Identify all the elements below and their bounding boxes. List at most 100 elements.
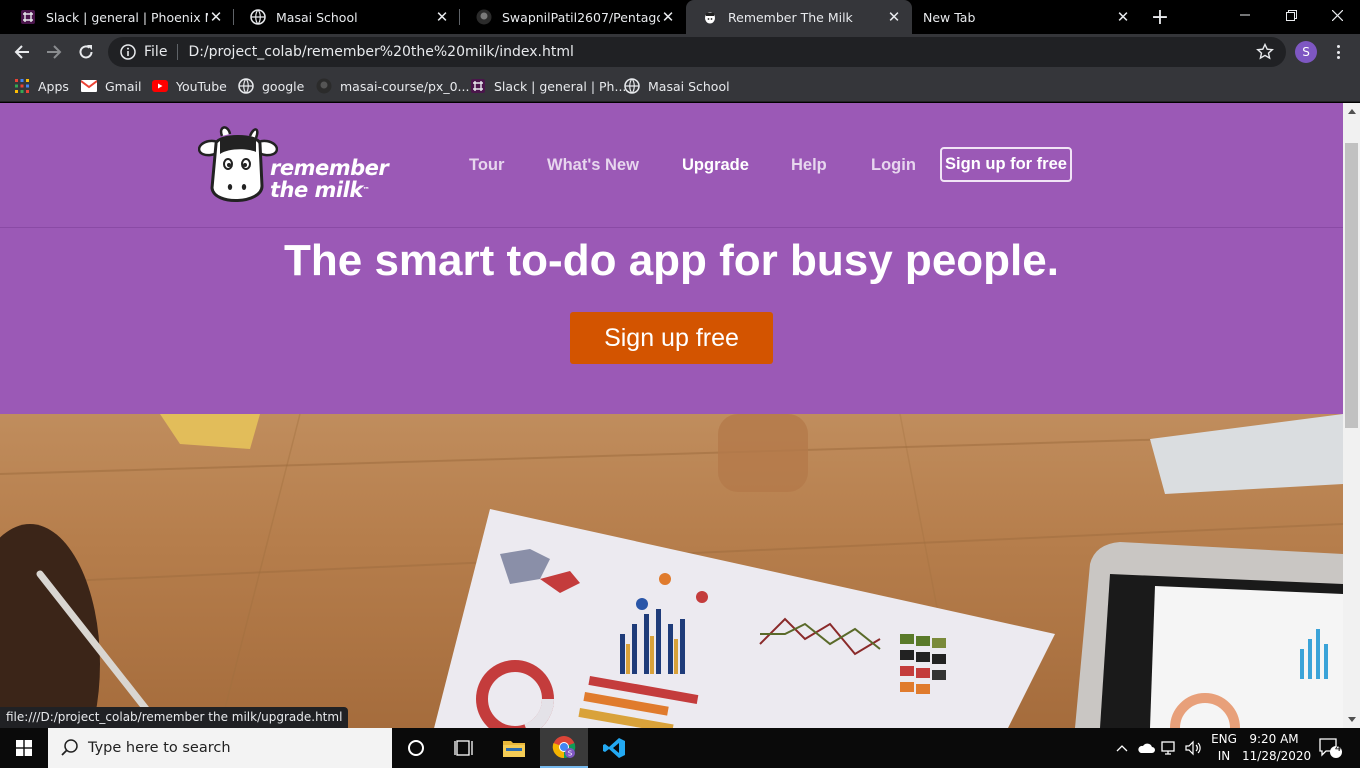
tab-remember-the-milk[interactable]: Remember The Milk ✕ (686, 0, 912, 34)
new-tab-plus-icon[interactable]: + (1148, 5, 1172, 30)
back-arrow-icon[interactable] (8, 38, 36, 66)
window-close-icon[interactable] (1314, 0, 1360, 30)
bookmark-youtube[interactable]: YouTube (152, 76, 227, 96)
notifications-icon[interactable]: 4 (1310, 728, 1350, 768)
globe-icon (238, 78, 254, 94)
nav-whats-new[interactable]: What's New (547, 147, 639, 183)
windows-start-icon[interactable] (0, 728, 48, 768)
chrome-taskbar-icon[interactable]: S (540, 728, 588, 768)
bookmark-label: Apps (38, 78, 69, 94)
bookmark-label: Gmail (105, 78, 142, 94)
globe-icon (624, 78, 640, 94)
language-indicator[interactable]: ENG IN (1208, 731, 1240, 765)
network-icon[interactable] (1158, 728, 1182, 768)
taskbar-search-box[interactable]: Type here to search (48, 728, 392, 768)
close-icon[interactable]: ✕ (660, 8, 676, 26)
nav-upgrade[interactable]: Upgrade (682, 147, 749, 183)
hero-photo (0, 414, 1343, 728)
bookmark-masai-course[interactable]: masai-course/px_0... (316, 76, 469, 96)
info-icon[interactable] (120, 44, 136, 60)
scroll-down-arrow-icon[interactable] (1343, 711, 1360, 728)
bookmark-google[interactable]: google (238, 76, 304, 96)
tray-chevron-up-icon[interactable] (1110, 728, 1134, 768)
logo-line2: the milk (270, 178, 363, 202)
address-bar[interactable]: File D:/project_colab/remember%20the%20m… (108, 37, 1286, 67)
gmail-icon (81, 78, 97, 94)
restore-icon[interactable] (1268, 0, 1314, 30)
vscode-icon[interactable] (590, 728, 638, 768)
close-icon[interactable]: ✕ (434, 8, 450, 26)
omnibox-divider (177, 44, 179, 60)
tab-strip: Slack | general | Phoenix Masai ✕ Masai … (0, 0, 1360, 34)
nav-help[interactable]: Help (791, 147, 827, 183)
nav-login[interactable]: Login (871, 147, 916, 183)
bookmark-slack[interactable]: Slack | general | Ph... (470, 76, 626, 96)
hero-section: remember the milk™ Tour What's New Upgra… (0, 103, 1343, 414)
close-icon[interactable]: ✕ (1115, 8, 1131, 26)
bookmark-masai-school[interactable]: Masai School (624, 76, 730, 96)
bookmarks-bar: Apps Gmail YouTube google masai-course/p… (0, 70, 1360, 102)
scroll-up-arrow-icon[interactable] (1343, 103, 1360, 120)
clock[interactable]: 9:20 AM 11/28/2020 (1242, 731, 1312, 765)
status-url-bubble: file:///D:/project_colab/remember the mi… (0, 707, 349, 728)
forward-arrow-icon[interactable] (40, 38, 68, 66)
close-icon[interactable]: ✕ (208, 8, 224, 26)
tab-title: Remember The Milk (728, 9, 853, 25)
nav-tour[interactable]: Tour (469, 147, 504, 183)
reload-icon[interactable] (72, 38, 100, 66)
signup-for-free-button[interactable]: Sign up for free (940, 147, 1072, 182)
windows-taskbar: Type here to search S ENG IN 9:20 AM 11/… (0, 728, 1360, 768)
notifications-count: 4 (1334, 743, 1342, 754)
svg-text:S: S (568, 750, 573, 758)
tab-title: Masai School (276, 9, 358, 25)
task-view-icon[interactable] (440, 728, 488, 768)
signup-free-button[interactable]: Sign up free (570, 312, 773, 364)
cortana-icon[interactable] (392, 728, 440, 768)
clock-time: 9:20 AM (1249, 732, 1299, 746)
tab-github-pentagon[interactable]: SwapnilPatil2607/Pentagon ✕ (460, 0, 686, 34)
bookmark-label: google (262, 78, 305, 94)
language-line2: IN (1217, 749, 1231, 763)
logo-trademark: ™ (362, 186, 370, 194)
search-placeholder: Type here to search (88, 740, 231, 756)
bookmark-label: YouTube (176, 78, 227, 94)
hero-headline: The smart to-do app for busy people. (284, 236, 1059, 285)
tab-new-tab[interactable]: New Tab ✕ (907, 0, 1141, 34)
scroll-thumb[interactable] (1345, 143, 1358, 428)
file-explorer-icon[interactable] (490, 728, 538, 768)
onedrive-cloud-icon[interactable] (1134, 728, 1158, 768)
site-logo[interactable]: remember the milk™ (198, 124, 389, 210)
site-header: remember the milk™ Tour What's New Upgra… (0, 103, 1343, 228)
language-line1: ENG (1211, 732, 1237, 746)
url-scheme-label: File (144, 44, 168, 60)
browser-toolbar: File D:/project_colab/remember%20the%20m… (0, 34, 1360, 70)
tab-slack[interactable]: Slack | general | Phoenix Masai ✕ (4, 0, 234, 34)
globe-icon (250, 9, 266, 25)
tab-title: SwapnilPatil2607/Pentagon (502, 9, 660, 25)
tab-title: New Tab (923, 9, 976, 25)
url-text[interactable]: D:/project_colab/remember%20the%20milk/i… (188, 44, 1256, 60)
slack-icon (20, 9, 36, 25)
bookmark-label: masai-course/px_0... (340, 78, 470, 94)
slack-icon (470, 78, 486, 94)
menu-kebab-icon[interactable] (1330, 43, 1346, 61)
close-icon[interactable]: ✕ (886, 8, 902, 26)
clock-date: 11/28/2020 (1242, 749, 1312, 763)
tab-masai-school[interactable]: Masai School ✕ (234, 0, 460, 34)
bookmark-label: Slack | general | Ph... (494, 78, 627, 94)
minimize-icon[interactable] (1222, 0, 1268, 30)
search-icon (61, 739, 78, 756)
cow-logo-icon (198, 126, 278, 202)
bookmark-apps[interactable]: Apps (14, 76, 69, 96)
bookmark-gmail[interactable]: Gmail (81, 76, 141, 96)
tab-title: Slack | general | Phoenix Masai (46, 9, 208, 25)
volume-icon[interactable] (1182, 728, 1206, 768)
github-icon (316, 78, 332, 94)
profile-avatar[interactable]: S (1295, 41, 1317, 63)
bookmark-star-icon[interactable] (1256, 43, 1274, 61)
apps-grid-icon (14, 78, 30, 94)
logo-wordmark: remember the milk™ (270, 156, 389, 202)
logo-line1: remember (270, 156, 389, 180)
bookmark-label: Masai School (648, 78, 730, 94)
page-scrollbar[interactable] (1343, 103, 1360, 728)
